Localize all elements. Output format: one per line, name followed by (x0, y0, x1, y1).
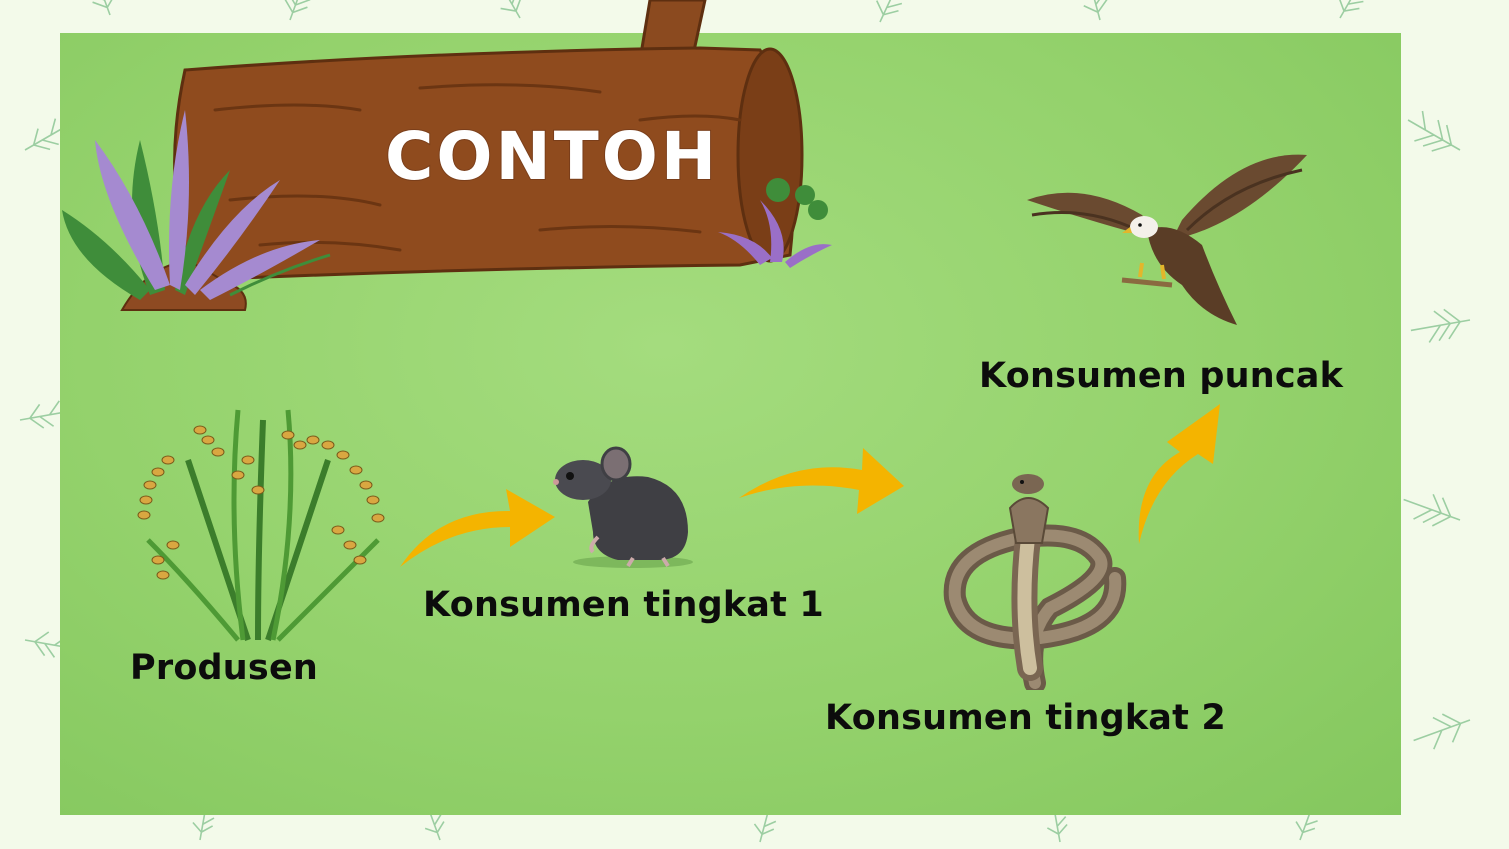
arrow-consumer2-to-apex-icon (1138, 404, 1220, 544)
arrow-consumer1-to-consumer2-icon (739, 448, 904, 514)
apex-consumer-label: Konsumen puncak (979, 356, 1344, 396)
page-title: CONTOH (384, 117, 720, 196)
eagle-icon (1027, 154, 1307, 325)
arrow-producer-to-consumer1-icon (400, 489, 555, 567)
rice-plant-icon (137, 409, 385, 642)
producer-label: Produsen (130, 648, 319, 688)
secondary-consumer-label: Konsumen tingkat 2 (825, 698, 1226, 738)
primary-consumer-label: Konsumen tingkat 1 (423, 585, 824, 625)
cobra-snake-icon (943, 474, 1127, 690)
mouse-icon (553, 446, 693, 568)
